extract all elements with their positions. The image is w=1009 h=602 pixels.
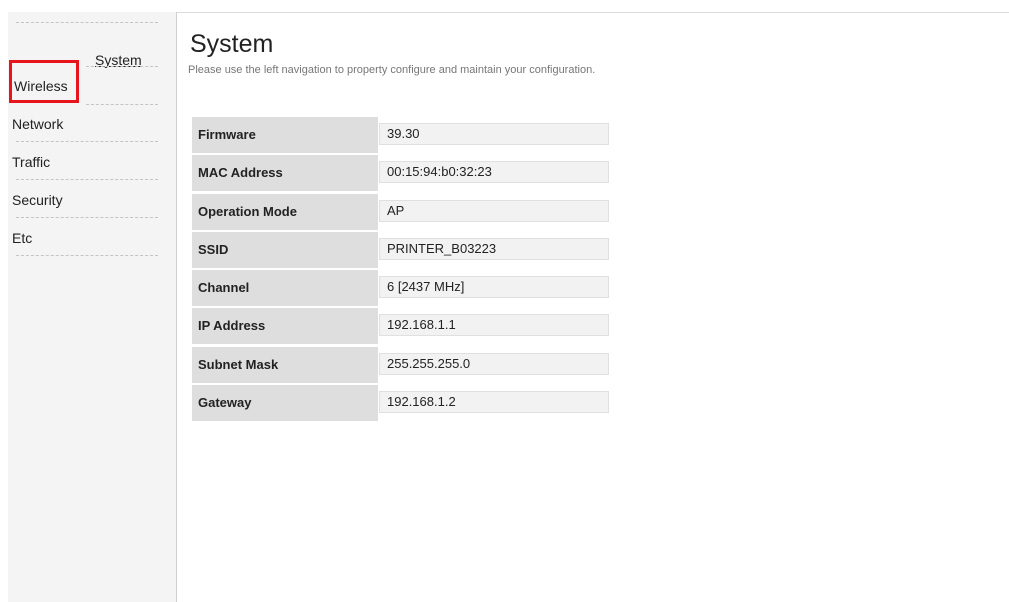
channel-label: Channel xyxy=(192,270,378,307)
nav-divider xyxy=(16,179,158,180)
firmware-label: Firmware xyxy=(192,117,378,153)
nav-divider xyxy=(86,104,158,105)
subnet-mask-label: Subnet Mask xyxy=(192,346,378,383)
top-border xyxy=(177,12,1009,13)
sidebar-item-etc[interactable]: Etc xyxy=(12,230,32,246)
subnet-mask-value: 255.255.255.0 xyxy=(379,352,609,375)
ssid-label: SSID xyxy=(192,231,378,268)
page-description: Please use the left navigation to proper… xyxy=(188,64,596,76)
nav-divider xyxy=(16,22,158,23)
nav-divider xyxy=(16,255,158,256)
mac-address-label: MAC Address xyxy=(192,155,378,192)
mac-address-value: 00:15:94:b0:32:23 xyxy=(379,161,609,184)
content-divider xyxy=(176,12,177,602)
nav-divider xyxy=(16,217,158,218)
operation-mode-value: AP xyxy=(379,199,609,222)
nav-divider xyxy=(86,66,158,67)
nav-divider xyxy=(16,141,158,142)
ip-address-value: 192.168.1.1 xyxy=(379,314,609,337)
sidebar-item-network[interactable]: Network xyxy=(12,116,63,132)
selection-highlight-box xyxy=(9,60,79,103)
ssid-value: PRINTER_B03223 xyxy=(379,237,609,260)
ip-address-label: IP Address xyxy=(192,308,378,345)
sidebar-item-security[interactable]: Security xyxy=(12,192,63,208)
channel-value: 6 [2437 MHz] xyxy=(379,276,609,299)
firmware-value: 39.30 xyxy=(379,123,609,145)
operation-mode-label: Operation Mode xyxy=(192,193,378,230)
gateway-label: Gateway xyxy=(192,385,378,422)
gateway-value: 192.168.1.2 xyxy=(379,391,609,414)
page-title: System xyxy=(190,30,274,58)
sidebar-item-traffic[interactable]: Traffic xyxy=(12,154,50,170)
